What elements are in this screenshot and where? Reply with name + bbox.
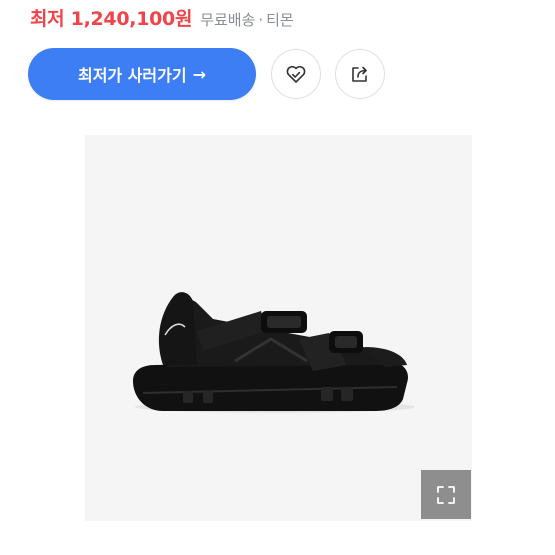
wishlist-button[interactable] xyxy=(271,49,321,99)
shipping-info: 무료배송 · 티몬 xyxy=(200,9,294,30)
zoom-button[interactable] xyxy=(421,470,471,519)
shipping-label: 무료배송 xyxy=(200,11,256,29)
expand-icon xyxy=(437,485,455,504)
price-row: 최저 1,240,100원 무료배송 · 티몬 xyxy=(30,4,294,31)
share-icon xyxy=(352,66,367,82)
lowest-price: 최저 1,240,100원 xyxy=(30,8,193,30)
buy-button-label: 최저가 사러가기 xyxy=(77,66,187,85)
product-image[interactable] xyxy=(85,135,472,521)
seller-name: 티몬 xyxy=(266,11,294,29)
sandal-image xyxy=(133,292,415,413)
heart-check-icon xyxy=(286,65,306,83)
share-button[interactable] xyxy=(335,49,385,99)
arrow-right-icon: → xyxy=(192,64,207,84)
separator: · xyxy=(258,11,264,29)
buy-lowest-price-button[interactable]: 최저가 사러가기 → xyxy=(28,48,256,100)
